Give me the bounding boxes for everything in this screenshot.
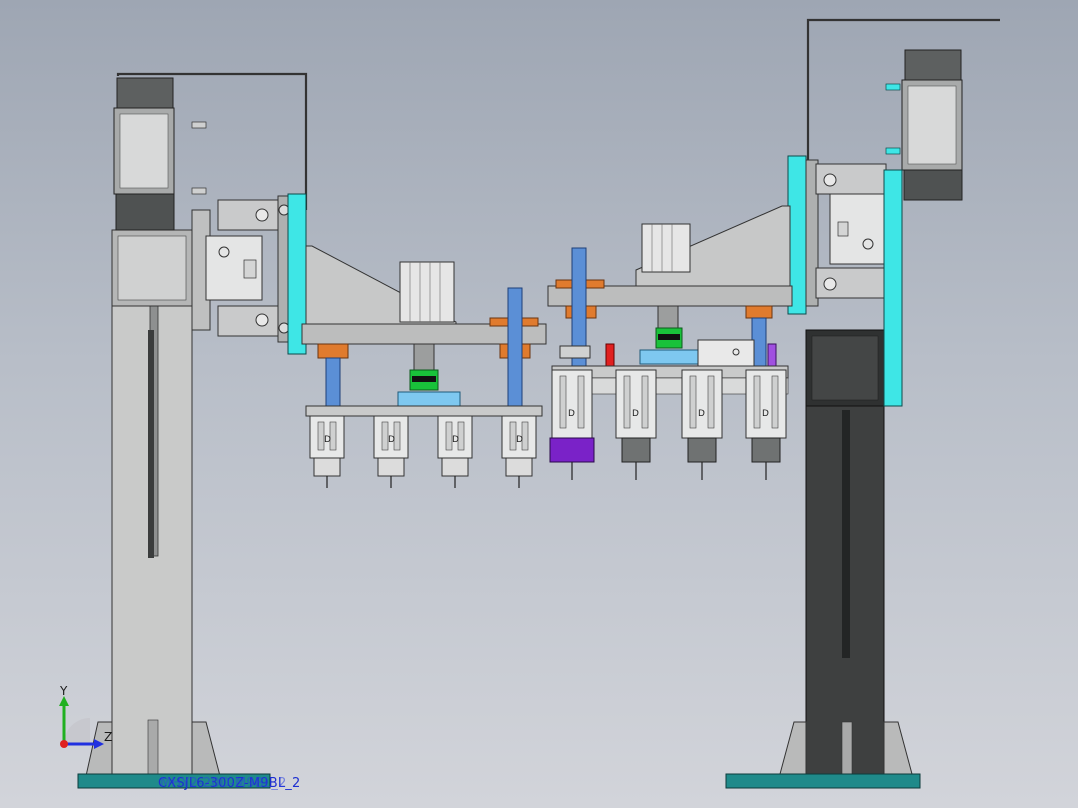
gripper-mark-r4: D	[762, 409, 769, 419]
gripper-mark-r3: D	[698, 409, 705, 419]
gripper-r1	[549, 369, 595, 480]
gripper-mark-r1: D	[568, 409, 575, 419]
gripper-r3	[681, 369, 723, 480]
gripper-l2	[373, 415, 409, 488]
feature-label-overlap: MHY2-20D-M9BL_2	[160, 776, 287, 791]
cad-viewport[interactable]: D D D D D D D D Y Z CXSJL6-300Z-M9BL_2 M…	[0, 0, 1078, 808]
gripper-mark-l1: D	[324, 435, 331, 445]
right-wedge-bracket[interactable]	[547, 205, 793, 395]
coordinate-triad: Y Z	[48, 684, 118, 758]
gripper-r4	[745, 369, 787, 480]
gripper-mark-l3: D	[452, 435, 459, 445]
left-motor-drum[interactable]	[113, 77, 207, 231]
left-gripper-row[interactable]	[309, 415, 537, 488]
assembly-model[interactable]: D D D D D D D D	[0, 0, 1078, 808]
triad-y-label: Y	[60, 684, 68, 698]
gripper-mark-l4: D	[516, 435, 523, 445]
selected-feature-label[interactable]: CXSJL6-300Z-M9BL_2 MHY2-20D-M9BL_2	[158, 776, 300, 791]
gripper-l4	[501, 415, 537, 488]
gripper-mark-l2: D	[388, 435, 395, 445]
gripper-mark-r2: D	[632, 409, 639, 419]
gripper-r2	[615, 369, 657, 480]
triad-z-label: Z	[104, 730, 113, 744]
gripper-l1	[309, 415, 345, 488]
left-wedge-bracket[interactable]	[301, 245, 547, 417]
left-slide-module[interactable]	[191, 193, 307, 355]
gripper-l3	[437, 415, 473, 488]
